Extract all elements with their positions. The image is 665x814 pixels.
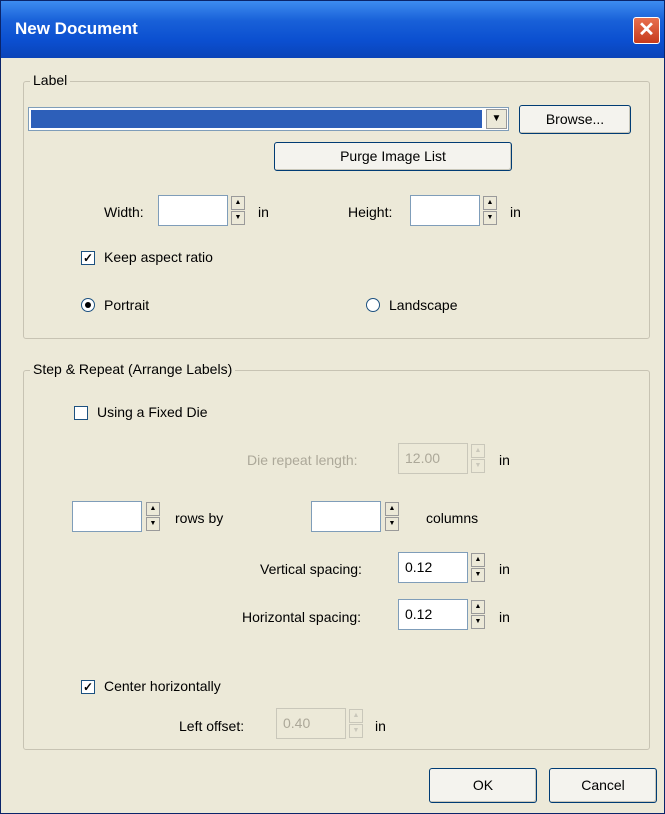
portrait-radio[interactable] [81, 298, 95, 312]
close-icon[interactable]: ✕ [633, 17, 660, 44]
title-bar[interactable]: New Document ✕ [1, 1, 664, 58]
image-combo-field[interactable] [31, 110, 482, 128]
left-offset-label: Left offset: [179, 718, 245, 734]
vertical-spacing-input[interactable]: 0.12 [398, 552, 468, 583]
keep-aspect-label[interactable]: Keep aspect ratio [104, 249, 213, 265]
center-horizontally-checkbox[interactable]: ✓ [81, 680, 95, 694]
purge-image-list-button[interactable]: Purge Image List [274, 142, 512, 171]
landscape-label[interactable]: Landscape [389, 297, 458, 313]
center-horizontally-label[interactable]: Center horizontally [104, 678, 221, 694]
columns-down-icon[interactable]: ▼ [385, 517, 399, 531]
horizontal-spacing-label: Horizontal spacing: [242, 609, 362, 625]
horizontal-spacing-stepper[interactable]: 0.12 ▲ ▼ [398, 599, 488, 630]
width-down-icon[interactable]: ▼ [231, 211, 245, 225]
horizontal-spacing-unit: in [499, 609, 510, 625]
step-repeat-legend: Step & Repeat (Arrange Labels) [30, 361, 236, 377]
vertical-spacing-down-icon[interactable]: ▼ [471, 568, 485, 582]
width-label: Width: [104, 204, 144, 220]
window-title: New Document [15, 19, 138, 38]
vertical-spacing-stepper[interactable]: 0.12 ▲ ▼ [398, 552, 488, 583]
cancel-button[interactable]: Cancel [549, 768, 657, 803]
left-offset-up-icon[interactable]: ▲ [349, 709, 363, 723]
portrait-label[interactable]: Portrait [104, 297, 149, 313]
rows-by-label: rows by [175, 510, 224, 526]
landscape-radio[interactable] [366, 298, 380, 312]
columns-up-icon[interactable]: ▲ [385, 502, 399, 516]
horizontal-spacing-down-icon[interactable]: ▼ [471, 615, 485, 629]
fixed-die-checkbox[interactable] [74, 406, 88, 420]
height-down-icon[interactable]: ▼ [483, 211, 497, 225]
left-offset-down-icon[interactable]: ▼ [349, 724, 363, 738]
die-repeat-down-icon[interactable]: ▼ [471, 459, 485, 473]
width-up-icon[interactable]: ▲ [231, 196, 245, 210]
rows-up-icon[interactable]: ▲ [146, 502, 160, 516]
horizontal-spacing-input[interactable]: 0.12 [398, 599, 468, 630]
columns-input[interactable] [311, 501, 381, 532]
left-offset-stepper[interactable]: 0.40 ▲ ▼ [276, 708, 366, 739]
height-up-icon[interactable]: ▲ [483, 196, 497, 210]
image-combo[interactable]: ▼ [28, 107, 509, 131]
left-offset-unit: in [375, 718, 386, 734]
fixed-die-label[interactable]: Using a Fixed Die [97, 404, 208, 420]
vertical-spacing-unit: in [499, 561, 510, 577]
die-repeat-label: Die repeat length: [247, 452, 358, 468]
left-offset-input[interactable]: 0.40 [276, 708, 346, 739]
width-stepper[interactable]: ▲ ▼ [158, 195, 248, 226]
height-stepper[interactable]: ▲ ▼ [410, 195, 500, 226]
label-group-legend: Label [30, 72, 71, 88]
vertical-spacing-up-icon[interactable]: ▲ [471, 553, 485, 567]
height-label: Height: [348, 204, 393, 220]
height-input[interactable] [410, 195, 480, 226]
columns-label: columns [426, 510, 479, 526]
width-unit: in [258, 204, 269, 220]
die-repeat-input[interactable]: 12.00 [398, 443, 468, 474]
ok-button[interactable]: OK [429, 768, 537, 803]
die-repeat-up-icon[interactable]: ▲ [471, 444, 485, 458]
columns-stepper[interactable]: ▲ ▼ [311, 501, 401, 532]
die-repeat-stepper[interactable]: 12.00 ▲ ▼ [398, 443, 488, 474]
keep-aspect-checkbox[interactable]: ✓ [81, 251, 95, 265]
die-repeat-unit: in [499, 452, 510, 468]
width-input[interactable] [158, 195, 228, 226]
new-document-dialog: New Document ✕ Label ▼ Browse... Purge I… [0, 0, 665, 814]
horizontal-spacing-up-icon[interactable]: ▲ [471, 600, 485, 614]
height-unit: in [510, 204, 521, 220]
vertical-spacing-label: Vertical spacing: [260, 561, 362, 577]
rows-stepper[interactable]: ▲ ▼ [72, 501, 162, 532]
chevron-down-icon[interactable]: ▼ [486, 109, 507, 129]
browse-button[interactable]: Browse... [519, 105, 631, 134]
rows-down-icon[interactable]: ▼ [146, 517, 160, 531]
rows-input[interactable] [72, 501, 142, 532]
